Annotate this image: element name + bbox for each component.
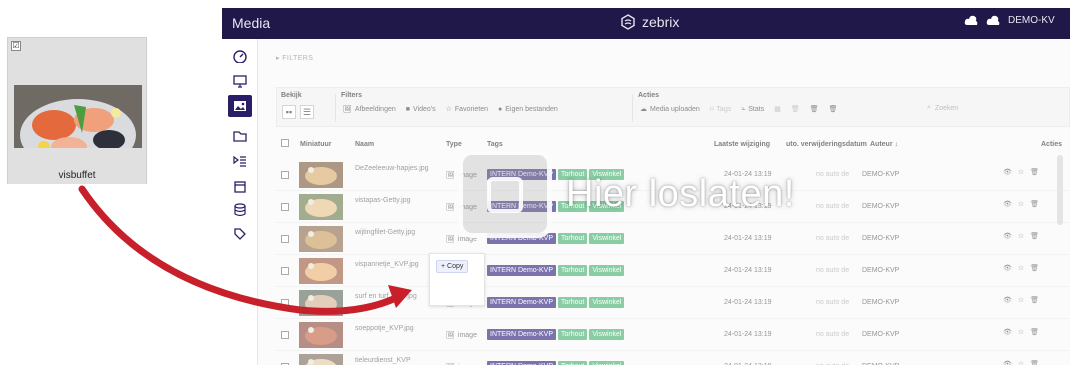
brand-name: zebrix <box>642 14 680 30</box>
tile-label: visbuffet <box>58 170 96 181</box>
drop-file-icon <box>458 150 552 238</box>
user-name[interactable]: DEMO-KV <box>1008 15 1055 26</box>
drop-text: Hier loslaten! <box>566 172 795 215</box>
playlist-icon[interactable] <box>228 150 252 172</box>
dragged-file-tile[interactable]: ☑ visbuffet <box>7 37 147 184</box>
media-icon[interactable] <box>228 95 252 117</box>
drop-message: Hier loslaten! <box>458 150 795 238</box>
tag-icon[interactable] <box>228 223 252 245</box>
database-icon[interactable] <box>228 199 252 221</box>
cloud-upload-icon[interactable] <box>964 14 978 26</box>
tile-footer: visbuffet <box>8 148 146 184</box>
page-title: Media <box>232 15 271 31</box>
brand: zebrix <box>620 14 679 30</box>
folder-icon[interactable] <box>228 125 252 147</box>
copy-indicator: + Copy <box>429 253 485 306</box>
calendar-icon[interactable] <box>228 175 252 197</box>
copy-label: + Copy <box>436 260 469 273</box>
top-bar: Media zebrix DEMO-KV <box>222 8 1070 39</box>
tile-checkbox[interactable]: ☑ <box>11 41 21 51</box>
topbar-actions: DEMO-KV <box>964 14 1055 26</box>
cloud-sync-icon[interactable] <box>986 14 1000 26</box>
dashboard-icon[interactable] <box>228 45 252 67</box>
sidebar <box>222 39 258 365</box>
zebrix-logo-icon <box>621 14 635 30</box>
monitor-icon[interactable] <box>228 70 252 92</box>
